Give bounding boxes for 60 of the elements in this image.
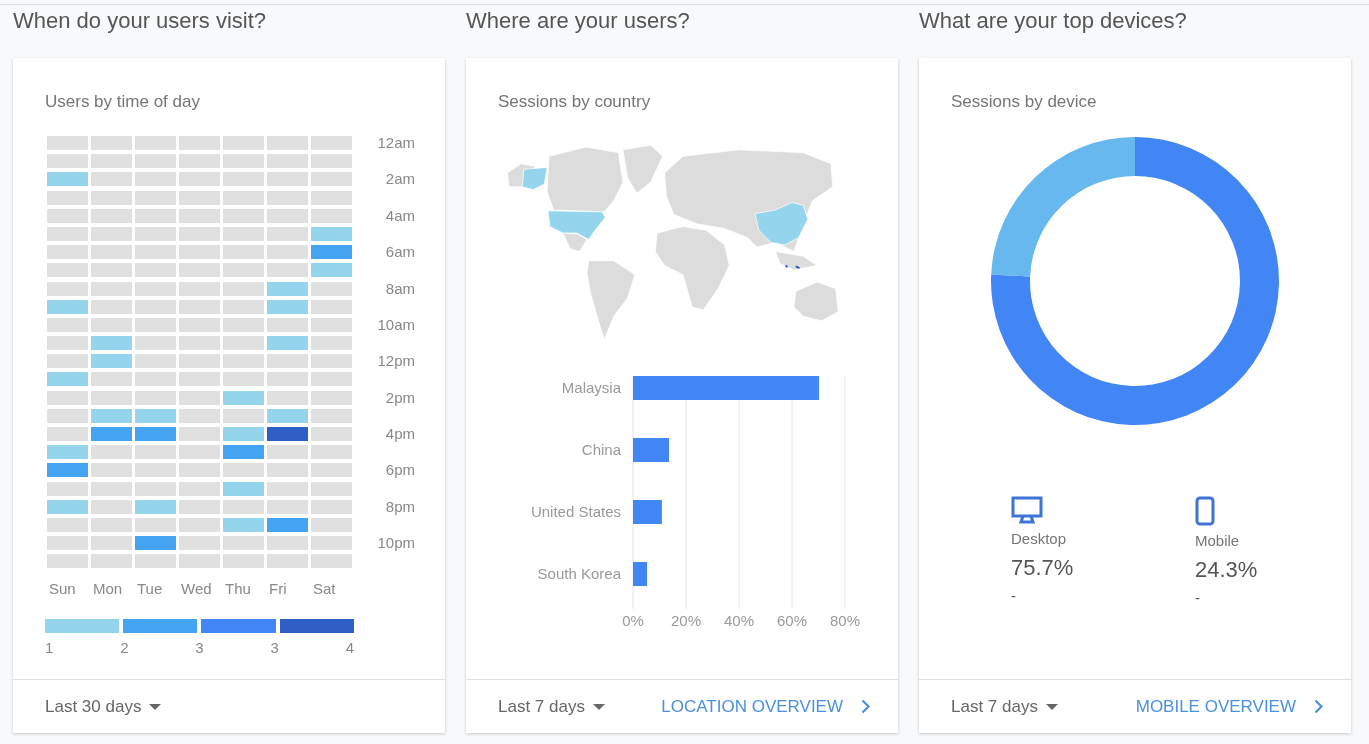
hour-label: 2am (384, 172, 415, 187)
hour-label: 12am (376, 136, 415, 150)
country-label: South Korea (537, 565, 621, 582)
device-share: 75.7% (1011, 555, 1074, 581)
day-label: Tue (137, 580, 164, 598)
legend-label: 3 (270, 639, 279, 657)
date-range-dropdown[interactable]: Last 7 days (951, 696, 1058, 717)
axis-tick-label: 20% (671, 612, 701, 628)
legend-label: 4 (345, 639, 354, 657)
chevron-right-icon (861, 699, 870, 714)
device-share: 24.3% (1195, 557, 1258, 583)
legend-label: 1 (45, 639, 54, 657)
hour-label: 2pm (384, 390, 415, 405)
hour-label: 4pm (384, 427, 415, 441)
section-heading: When do your users visit? (13, 7, 268, 35)
country-label: Malaysia (561, 379, 621, 396)
device-change: - (1011, 587, 1016, 604)
country-label: China (581, 441, 621, 458)
chevron-right-icon (1314, 699, 1323, 714)
hour-label: 8pm (384, 499, 415, 514)
hour-label: 10am (376, 317, 415, 332)
device-name: Mobile (1195, 532, 1240, 549)
phone-icon (1195, 496, 1215, 526)
axis-tick-label: 80% (830, 612, 860, 628)
hour-label: 10pm (376, 536, 415, 551)
caret-icon (1045, 703, 1058, 710)
device-change: - (1195, 589, 1200, 606)
overview-link[interactable]: LOCATION OVERVIEW (661, 696, 870, 717)
caret-icon (592, 703, 605, 710)
date-range-dropdown[interactable]: Last 7 days (498, 696, 605, 717)
day-label: Thu (225, 580, 252, 598)
bar (633, 500, 662, 524)
axis-tick-label: 40% (724, 612, 754, 628)
hour-label: 6am (384, 245, 415, 260)
day-label: Mon (93, 580, 124, 598)
legend-label: 3 (195, 639, 204, 657)
caret-icon (149, 703, 162, 710)
card-title: Users by time of day (45, 91, 201, 113)
hour-label: 12pm (376, 354, 415, 369)
bar (633, 562, 648, 586)
legend-label: 2 (120, 639, 129, 657)
hour-label: 8am (384, 281, 415, 296)
axis-tick-label: 60% (777, 612, 807, 628)
day-label: Sun (49, 580, 77, 598)
device-name: Desktop (1011, 530, 1067, 547)
bar (633, 438, 670, 462)
overview-link[interactable]: MOBILE OVERVIEW (1135, 696, 1323, 717)
axis-tick-label: 0% (622, 612, 644, 628)
card-title: Sessions by device (951, 91, 1098, 113)
section-heading: Where are your users? (466, 7, 691, 35)
day-label: Fri (269, 580, 288, 598)
country-label: United States (530, 503, 621, 520)
day-label: Sat (313, 580, 337, 598)
section-heading: What are your top devices? (919, 7, 1188, 35)
hour-label: 6pm (384, 463, 415, 478)
day-label: Wed (181, 580, 213, 598)
card-title: Sessions by country (498, 91, 652, 113)
hour-label: 4am (384, 208, 415, 223)
monitor-icon (1011, 496, 1043, 524)
date-range-dropdown[interactable]: Last 30 days (45, 696, 162, 717)
